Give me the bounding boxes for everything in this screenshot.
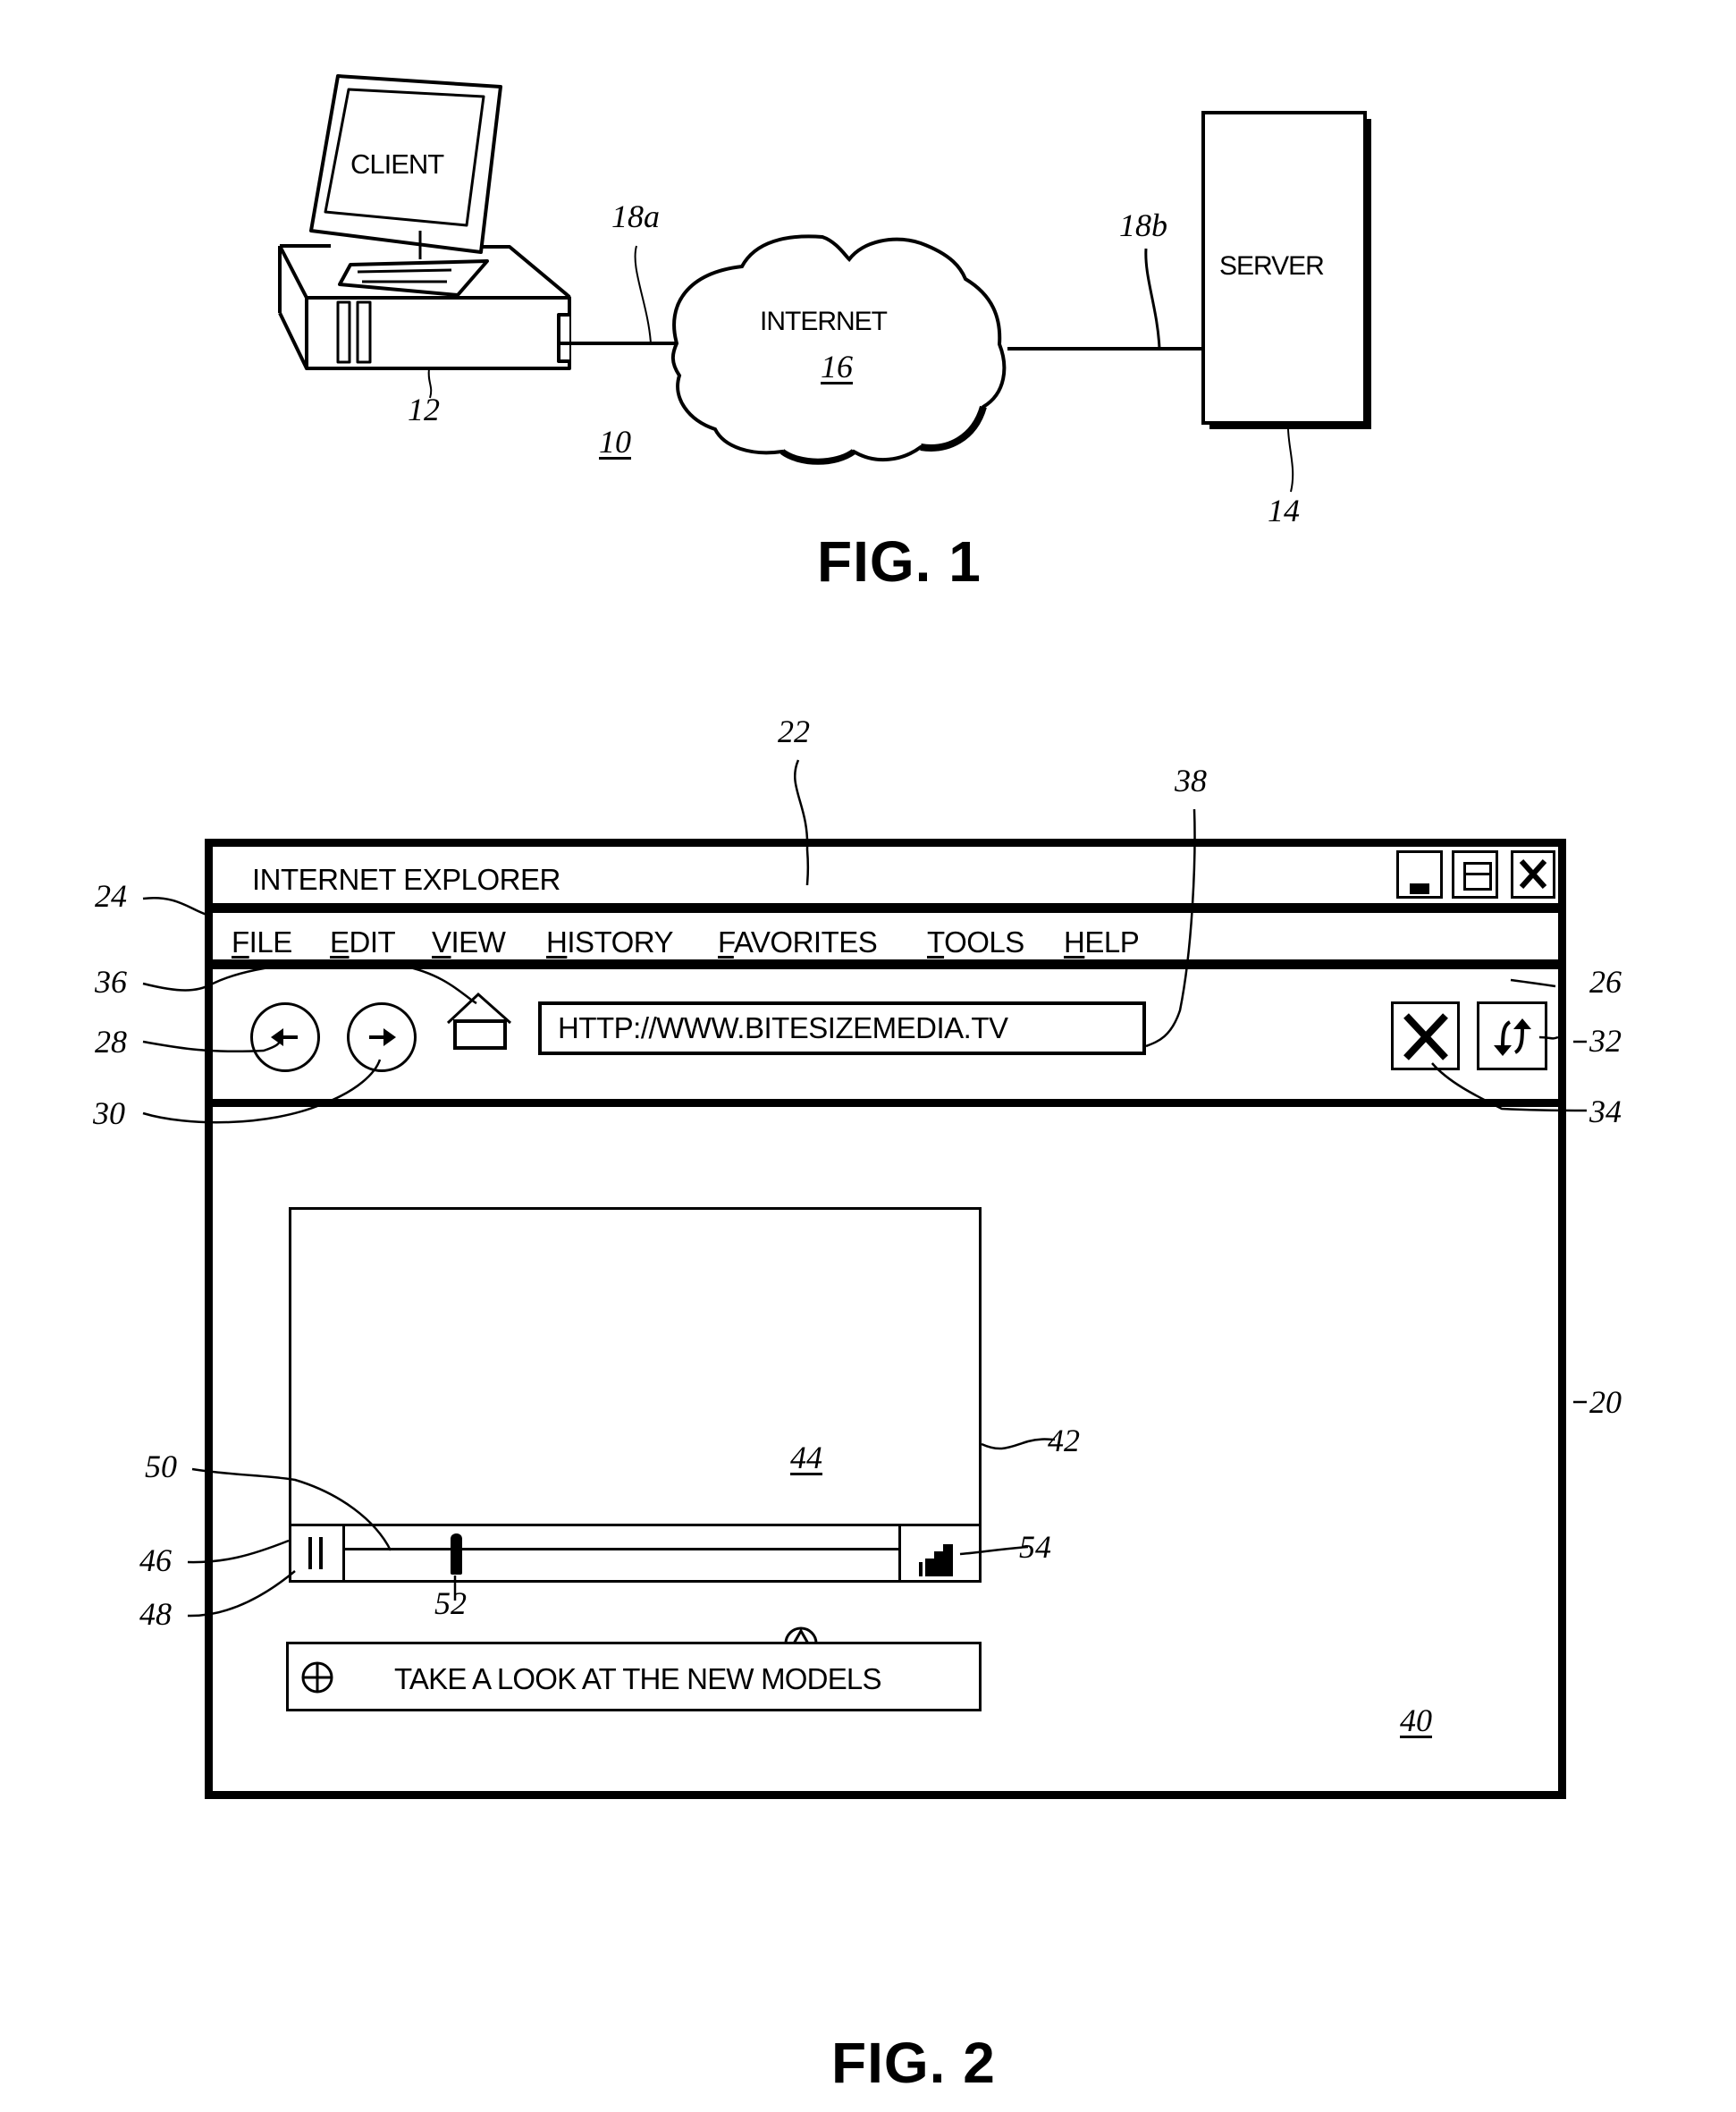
address-input[interactable] — [542, 1005, 1142, 1052]
ref-video-area: 44 — [790, 1440, 822, 1475]
menu-accel: F — [718, 925, 734, 959]
plus-circle-icon — [301, 1661, 333, 1694]
volume-button[interactable] — [898, 1526, 979, 1580]
keyboard — [338, 259, 489, 297]
ref-page: 40 — [1400, 1702, 1432, 1738]
menu-accel: H — [1064, 925, 1085, 959]
refresh-icon — [1494, 1018, 1531, 1056]
ref-menu-bar: 24 — [95, 878, 127, 914]
forward-arrow-icon — [369, 1028, 396, 1046]
ref-back: 28 — [95, 1024, 127, 1060]
ref-display: 20 — [1589, 1384, 1622, 1420]
navigation-toolbar — [213, 969, 1558, 1107]
ref-link-b: 18b — [1119, 207, 1167, 243]
seek-slider[interactable] — [451, 1533, 462, 1575]
stop-button[interactable] — [1391, 1001, 1460, 1070]
pause-icon — [308, 1537, 312, 1569]
menu-label: ILE — [249, 925, 293, 959]
ref-link-a: 18a — [611, 199, 660, 234]
ref-internet: 16 — [821, 349, 853, 384]
menu-label: ISTORY — [567, 925, 673, 959]
menu-label: IEW — [451, 925, 506, 959]
case-front — [305, 296, 571, 370]
ref-seek-bar: 50 — [145, 1449, 177, 1484]
media-player — [289, 1207, 982, 1583]
maximize-icon — [1463, 862, 1492, 891]
address-bar[interactable] — [538, 1001, 1146, 1055]
back-button[interactable] — [250, 1002, 320, 1072]
video-area[interactable] — [291, 1210, 979, 1524]
menu-accel: V — [432, 925, 451, 959]
close-icon — [1519, 858, 1547, 890]
ref-home: 36 — [95, 964, 127, 1000]
fig2-caption: FIG. 2 — [831, 2031, 996, 2095]
menu-file[interactable]: FILE — [232, 927, 292, 957]
forward-button[interactable] — [347, 1002, 417, 1072]
home-icon — [446, 992, 511, 1050]
back-arrow-icon — [271, 1028, 298, 1046]
menu-label: DIT — [349, 925, 396, 959]
ref-refresh: 32 — [1589, 1023, 1622, 1059]
menu-help[interactable]: HELP — [1064, 925, 1140, 959]
menu-favorites[interactable]: FAVORITES — [718, 925, 878, 959]
window-title: INTERNET EXPLORER — [252, 863, 560, 896]
ref-system: 10 — [599, 424, 631, 460]
ref-volume: 54 — [1019, 1529, 1051, 1565]
minimize-icon — [1410, 883, 1429, 894]
menu-tools[interactable]: TOOLS — [927, 927, 1024, 957]
internet-label: INTERNET — [760, 307, 888, 336]
menu-history[interactable]: HISTORY — [546, 927, 673, 957]
refresh-button[interactable] — [1477, 1001, 1547, 1070]
control-bar — [291, 1524, 979, 1580]
ref-address: 38 — [1175, 763, 1207, 798]
ref-seek-slider: 52 — [434, 1585, 467, 1621]
menu-view[interactable]: VIEW — [432, 925, 506, 959]
banner-text: TAKE A LOOK AT THE NEW MODELS — [394, 1662, 881, 1695]
ref-player: 42 — [1048, 1423, 1080, 1458]
ref-browser: 22 — [778, 714, 810, 749]
menu-accel: T — [927, 925, 945, 959]
menu-bar: FILE EDIT VIEW HISTORY FAVORITES TOOLS H… — [213, 913, 1558, 969]
pause-button[interactable] — [291, 1526, 345, 1580]
fig1-caption: FIG. 1 — [817, 529, 982, 594]
browser-window: INTERNET EXPLORER FILE EDIT VIEW HISTORY… — [205, 839, 1566, 1799]
ref-control-bar: 46 — [139, 1542, 172, 1578]
seek-bar[interactable] — [345, 1526, 901, 1580]
menu-label: ELP — [1084, 925, 1140, 959]
menu-label: OOLS — [944, 925, 1024, 959]
ref-toolbar: 26 — [1589, 964, 1622, 1000]
ref-client: 12 — [408, 392, 440, 427]
home-button[interactable] — [441, 985, 521, 1057]
client-computer — [278, 74, 571, 370]
menu-label: AVORITES — [733, 925, 878, 959]
volume-icon — [919, 1544, 953, 1576]
menu-accel: F — [232, 925, 249, 959]
server-label: SERVER — [1219, 251, 1325, 281]
menu-edit[interactable]: EDIT — [330, 925, 396, 959]
promo-banner[interactable]: TAKE A LOOK AT THE NEW MODELS — [286, 1642, 982, 1711]
ref-server: 14 — [1268, 493, 1300, 528]
stop-x-icon — [1403, 1013, 1448, 1060]
menu-accel: H — [546, 925, 568, 959]
seek-track — [345, 1548, 901, 1550]
menu-accel: E — [330, 925, 350, 959]
ref-stop: 34 — [1589, 1094, 1622, 1129]
close-window-button[interactable] — [1511, 850, 1555, 899]
client-label: CLIENT — [350, 148, 444, 180]
ref-pause: 48 — [139, 1596, 172, 1632]
minimize-button[interactable] — [1396, 850, 1443, 899]
title-bar: INTERNET EXPLORER — [213, 847, 1558, 913]
maximize-button[interactable] — [1452, 850, 1498, 899]
ref-forward: 30 — [93, 1095, 125, 1131]
